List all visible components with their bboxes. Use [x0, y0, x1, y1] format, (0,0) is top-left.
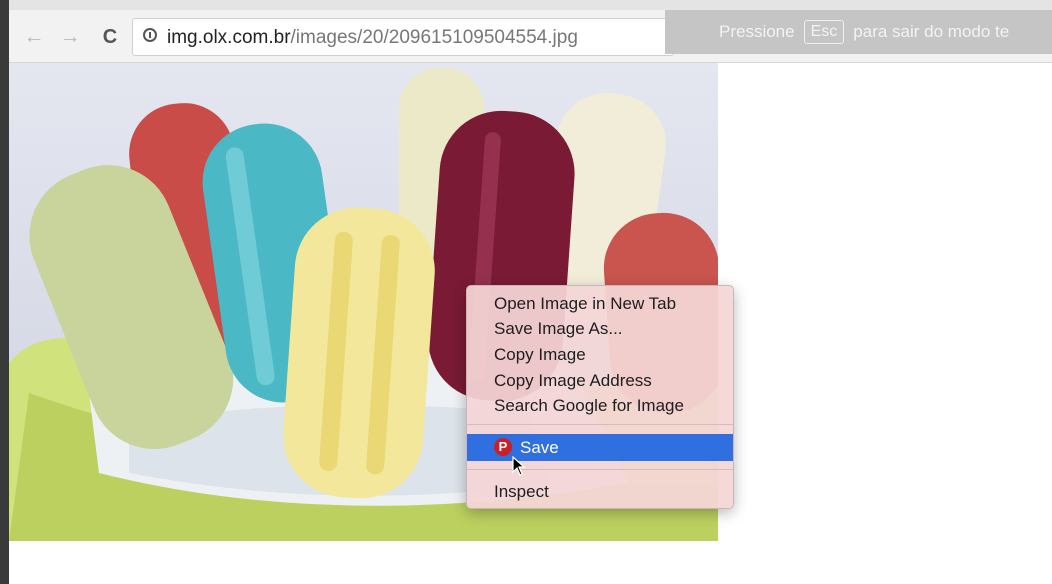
menu-item-open-image-new-tab[interactable]: Open Image in New Tab [494, 294, 676, 314]
url-path: /images/20/209615109504554.jpg [290, 27, 578, 48]
menu-item-pinterest-save[interactable]: P Save [467, 434, 733, 461]
arrow-right-icon: → [59, 25, 81, 48]
arrow-left-icon: ← [23, 25, 45, 48]
fullscreen-banner: Pressione Esc para sair do modo te [665, 10, 1052, 54]
menu-item-copy-image[interactable]: Copy Image [494, 345, 586, 365]
info-icon[interactable] [143, 28, 157, 42]
context-menu: Open Image in New Tab Save Image As... C… [466, 285, 734, 509]
menu-separator [467, 469, 733, 470]
address-bar[interactable]: img.olx.com.br/images/20/209615109504554… [132, 18, 674, 56]
mouse-cursor-icon [512, 456, 526, 476]
url-host: img.olx.com.br [167, 27, 291, 48]
menu-item-save-label: Save [520, 438, 559, 457]
pinterest-icon: P [494, 438, 512, 456]
fullscreen-text-after: para sair do modo te [853, 22, 1010, 41]
esc-key-badge: Esc [803, 20, 845, 44]
menu-item-save-image-as[interactable]: Save Image As... [494, 319, 623, 339]
forward-button[interactable]: → [57, 24, 83, 50]
back-button[interactable]: ← [21, 24, 47, 50]
menu-separator [467, 424, 733, 425]
fullscreen-text-before: Pressione [719, 22, 795, 41]
menu-item-inspect[interactable]: Inspect [494, 482, 549, 502]
menu-item-copy-image-address[interactable]: Copy Image Address [494, 371, 652, 391]
tab-strip [9, 0, 1052, 10]
menu-item-search-google-for-image[interactable]: Search Google for Image [494, 396, 684, 416]
window-edge [0, 0, 9, 584]
reload-button[interactable]: C [97, 24, 123, 50]
reload-icon: C [102, 26, 118, 48]
url-text[interactable]: img.olx.com.br/images/20/209615109504554… [167, 27, 578, 49]
